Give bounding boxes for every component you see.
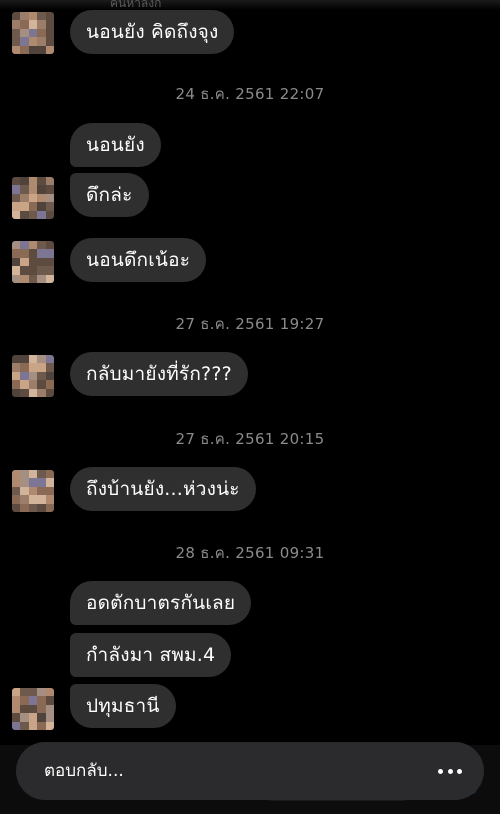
cut-off-header: ค้นหาลิงก์	[0, 0, 500, 10]
message-timestamp: 24 ธ.ค. 2561 22:07	[175, 85, 325, 103]
message-bubble[interactable]: ถึงบ้านยัง...ห่วงน่ะ	[70, 467, 256, 511]
message-timestamp: 27 ธ.ค. 2561 19:27	[175, 315, 325, 333]
avatar[interactable]	[12, 470, 54, 512]
message-bubble[interactable]: กำลังมา สพม.4	[70, 633, 232, 677]
reply-placeholder: ตอบกลับ...	[44, 761, 124, 781]
avatar[interactable]	[12, 241, 54, 283]
more-dots-icon[interactable]	[438, 763, 462, 779]
message-timestamp: 27 ธ.ค. 2561 20:15	[175, 430, 325, 448]
avatar[interactable]	[12, 12, 54, 54]
message-bubble[interactable]: นอนยัง	[70, 123, 161, 167]
message-bubble[interactable]: ปทุมธานี	[70, 684, 176, 728]
message-bubble[interactable]: อดตักบาตรกันเลย	[70, 581, 252, 625]
avatar[interactable]	[12, 177, 54, 219]
message-bubble[interactable]: ดึกล่ะ	[70, 173, 149, 217]
reply-bar[interactable]: ตอบกลับ...	[16, 742, 484, 800]
message-bubble[interactable]: นอนดึกเน้อะ	[70, 238, 207, 282]
avatar[interactable]	[12, 688, 54, 730]
dot	[438, 768, 443, 774]
message-bubble[interactable]: กลับมายังที่รัก???	[70, 352, 248, 396]
message-timestamp: 28 ธ.ค. 2561 09:31	[175, 544, 325, 562]
chat-thread: ค้นหาลิงก์ นอนยัง คิดถึงจุง 24 ธ.ค. 2561…	[0, 0, 500, 814]
avatar[interactable]	[12, 355, 54, 397]
message-bubble[interactable]: นอนยัง คิดถึงจุง	[70, 10, 235, 54]
dot	[457, 768, 462, 774]
dot	[447, 768, 453, 774]
